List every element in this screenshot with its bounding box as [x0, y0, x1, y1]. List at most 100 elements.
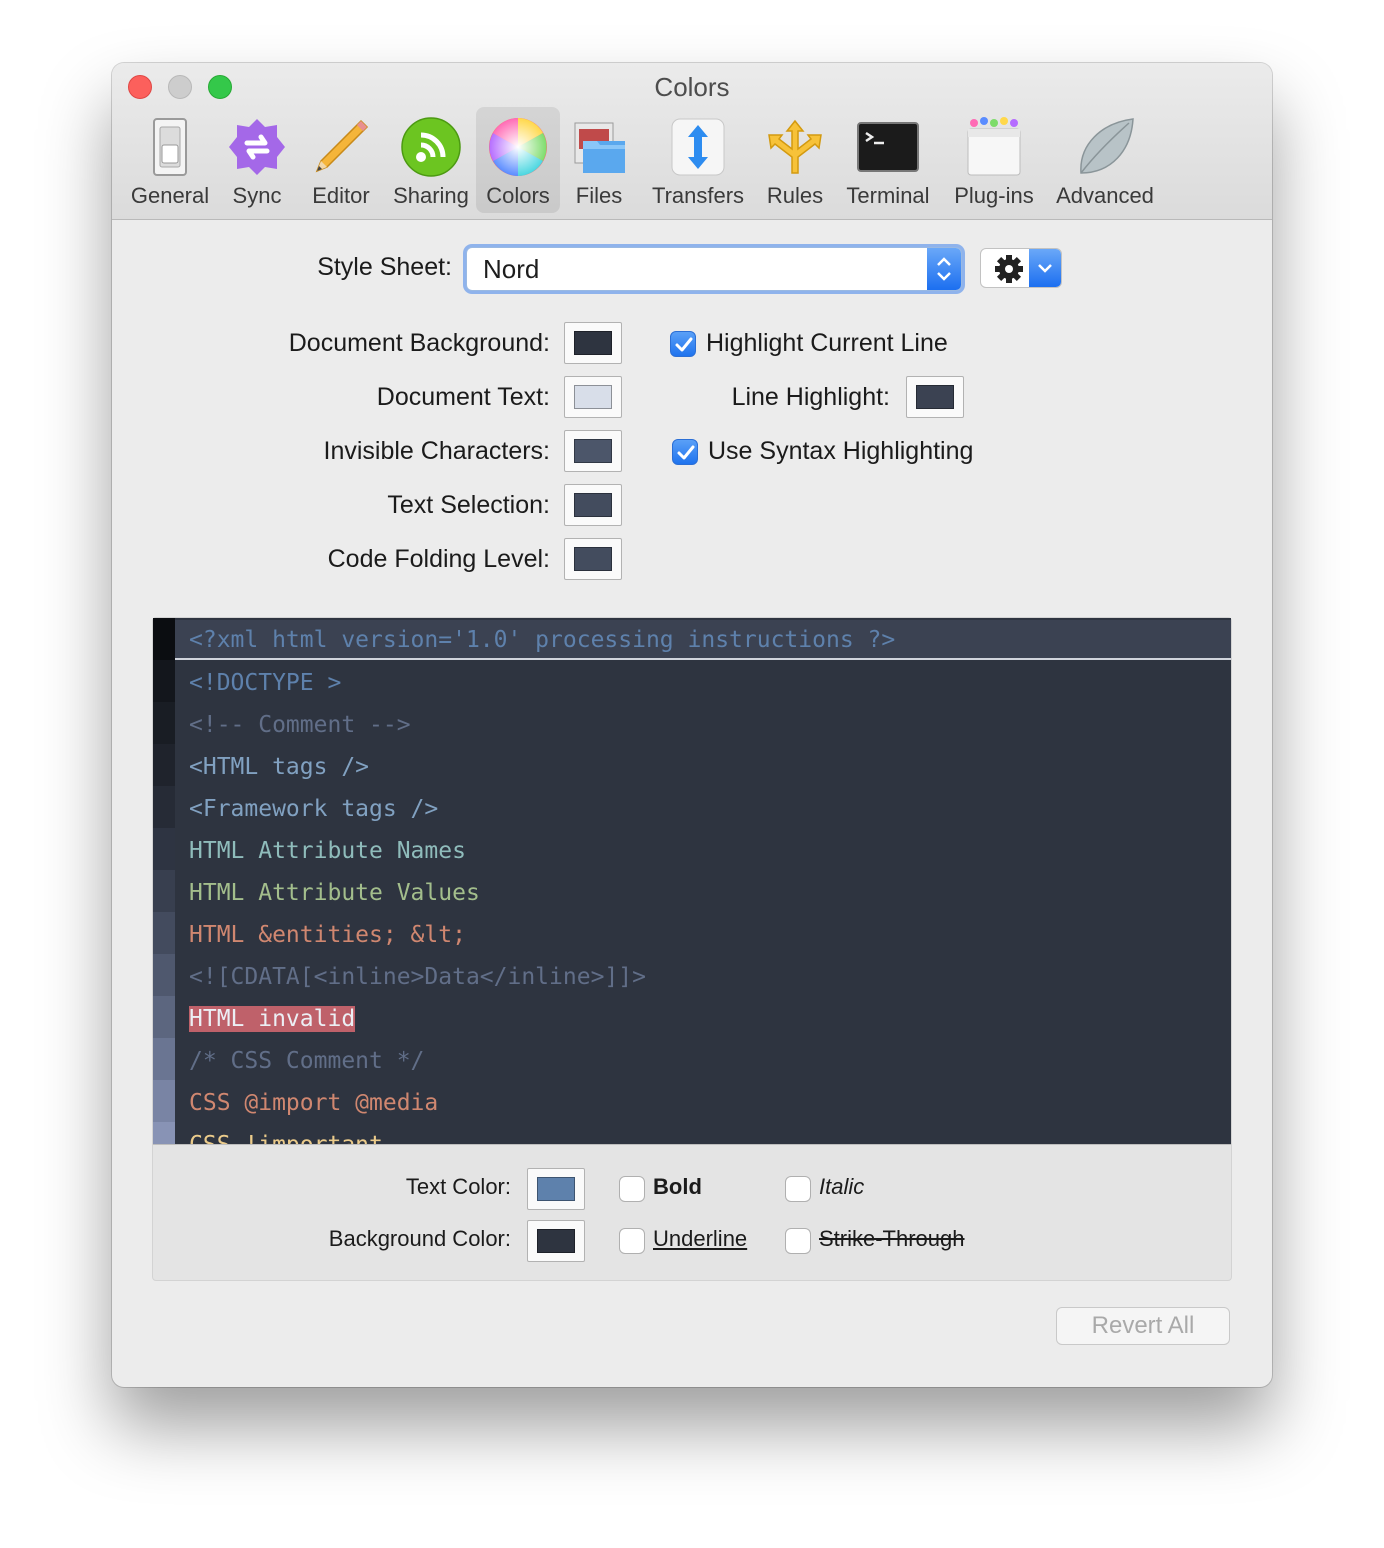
toolbar-item-editor[interactable]: Editor [298, 107, 384, 213]
document-background-swatch[interactable] [564, 322, 622, 364]
preview-line-text: <!-- Comment --> [189, 712, 411, 738]
document-text-swatch[interactable] [564, 376, 622, 418]
bold-label: Bold [653, 1174, 702, 1199]
preview-line-text: /* CSS Comment */ [189, 1048, 425, 1074]
preview-line[interactable]: HTML invalid [175, 998, 1231, 1040]
fold-level-bar [153, 660, 175, 702]
toolbar-item-sync[interactable]: Sync [220, 107, 294, 213]
fold-level-bar [153, 1080, 175, 1122]
preview-line-text: CSS !important [189, 1132, 383, 1145]
preview-line-text: HTML invalid [189, 1006, 356, 1032]
stepper-icon [927, 248, 961, 290]
window-title: Colors [654, 72, 730, 102]
fold-level-bar [153, 912, 175, 954]
toolbar-label-advanced: Advanced [1056, 183, 1154, 208]
preview-line[interactable]: <!DOCTYPE > [175, 662, 1231, 704]
underline-label: Underline [653, 1226, 748, 1251]
fold-level-bar [153, 618, 175, 660]
use-syntax-highlighting-checkbox[interactable] [672, 439, 698, 465]
preview-line-text: HTML Attribute Names [189, 838, 466, 864]
preview-line-text: <?xml html version='1.0' processing inst… [189, 627, 896, 653]
checkmark-icon [677, 445, 695, 460]
toolbar-label-files: Files [575, 183, 623, 208]
preview-line[interactable]: HTML Attribute Values [175, 872, 1231, 914]
fold-level-bar [153, 828, 175, 870]
toolbar-label-sharing: Sharing [393, 183, 469, 208]
strikethrough-label: Strike-Through [819, 1226, 965, 1251]
fold-level-bar [153, 1122, 175, 1144]
toolbar-item-colors[interactable]: Colors [476, 107, 560, 213]
preview-line[interactable]: <![CDATA[<inline>Data</inline>]]> [175, 956, 1231, 998]
fold-level-bar [153, 744, 175, 786]
toolbar-item-files[interactable]: Files [564, 107, 634, 213]
folding-gutter [153, 618, 175, 1144]
toolbar-item-sharing[interactable]: Sharing [386, 107, 476, 213]
switch-icon [138, 115, 202, 179]
toolbar-item-terminal[interactable]: Terminal [840, 107, 936, 213]
preview-line-text: <![CDATA[<inline>Data</inline>]]> [189, 964, 646, 990]
highlight-current-line-checkbox[interactable] [670, 331, 696, 357]
revert-all-button[interactable]: Revert All [1056, 1307, 1230, 1345]
invisible-characters-swatch[interactable] [564, 430, 622, 472]
text-selection-swatch[interactable] [564, 484, 622, 526]
toolbar-label-terminal: Terminal [846, 183, 930, 208]
document-text-label: Document Text: [376, 383, 550, 411]
line-highlight-swatch[interactable] [906, 376, 964, 418]
toolbar-item-plugins[interactable]: Plug-ins [946, 107, 1042, 213]
stylesheet-select[interactable]: Nord [466, 247, 962, 291]
fold-level-bar [153, 954, 175, 996]
leaf-icon [1073, 115, 1137, 179]
gear-icon [989, 253, 1029, 285]
sharing-icon [399, 115, 463, 179]
preview-line[interactable]: <Framework tags /> [175, 788, 1231, 830]
preview-line-text: HTML Attribute Values [189, 880, 480, 906]
swatch-fill [537, 1229, 575, 1253]
toolbar-label-transfers: Transfers [651, 183, 745, 208]
toolbar-item-advanced[interactable]: Advanced [1052, 107, 1158, 213]
preview-line[interactable]: HTML &entities; &lt; [175, 914, 1231, 956]
preview-line-text: CSS @import @media [189, 1090, 439, 1116]
fold-level-bar [153, 1038, 175, 1080]
strikethrough-checkbox[interactable] [785, 1228, 811, 1254]
underline-checkbox[interactable] [619, 1228, 645, 1254]
background-color-swatch[interactable] [527, 1220, 585, 1262]
syntax-preview[interactable]: <?xml html version='1.0' processing inst… [153, 618, 1231, 1145]
text-selection-label: Text Selection: [387, 491, 550, 519]
code-folding-level-label: Code Folding Level: [327, 545, 550, 573]
preview-line-text: <Framework tags /> [189, 796, 439, 822]
swatch-fill [574, 547, 612, 571]
toolbar-label-rules: Rules [766, 183, 824, 208]
preferences-window: Colors General Sync Editor Sharing Color… [112, 63, 1272, 1387]
text-color-swatch[interactable] [527, 1168, 585, 1210]
preview-line[interactable]: <!-- Comment --> [175, 704, 1231, 746]
toolbar-item-general[interactable]: General [124, 107, 216, 213]
preview-line[interactable]: <HTML tags /> [175, 746, 1231, 788]
swatch-fill [574, 385, 612, 409]
toolbar-item-rules[interactable]: Rules [758, 107, 832, 213]
terminal-icon [856, 115, 920, 179]
toolbar-label-colors: Colors [486, 183, 550, 208]
code-folding-level-swatch[interactable] [564, 538, 622, 580]
bold-checkbox[interactable] [619, 1176, 645, 1202]
toolbar-label-editor: Editor [312, 183, 370, 208]
color-wheel-icon [486, 115, 550, 179]
italic-checkbox[interactable] [785, 1176, 811, 1202]
use-syntax-highlighting-label: Use Syntax Highlighting [708, 437, 974, 465]
document-background-label: Document Background: [288, 329, 550, 357]
swatch-fill [537, 1177, 575, 1201]
stylesheet-actions-button[interactable] [980, 248, 1062, 288]
stylesheet-value: Nord [483, 254, 540, 284]
preview-line[interactable]: CSS !important [175, 1124, 1231, 1145]
italic-label: Italic [819, 1174, 865, 1199]
preview-line[interactable]: HTML Attribute Names [175, 830, 1231, 872]
highlight-current-line-label: Highlight Current Line [706, 329, 948, 357]
preview-line[interactable]: <?xml html version='1.0' processing inst… [175, 620, 1231, 660]
chevron-down-icon [1029, 249, 1061, 287]
preview-line[interactable]: /* CSS Comment */ [175, 1040, 1231, 1082]
toolbar-item-transfers[interactable]: Transfers [642, 107, 754, 213]
fold-level-bar [153, 702, 175, 744]
toolbar-label-plugins: Plug-ins [954, 183, 1034, 208]
background-color-label: Background Color: [328, 1226, 511, 1251]
preview-line[interactable]: CSS @import @media [175, 1082, 1231, 1124]
rules-icon [763, 115, 827, 179]
